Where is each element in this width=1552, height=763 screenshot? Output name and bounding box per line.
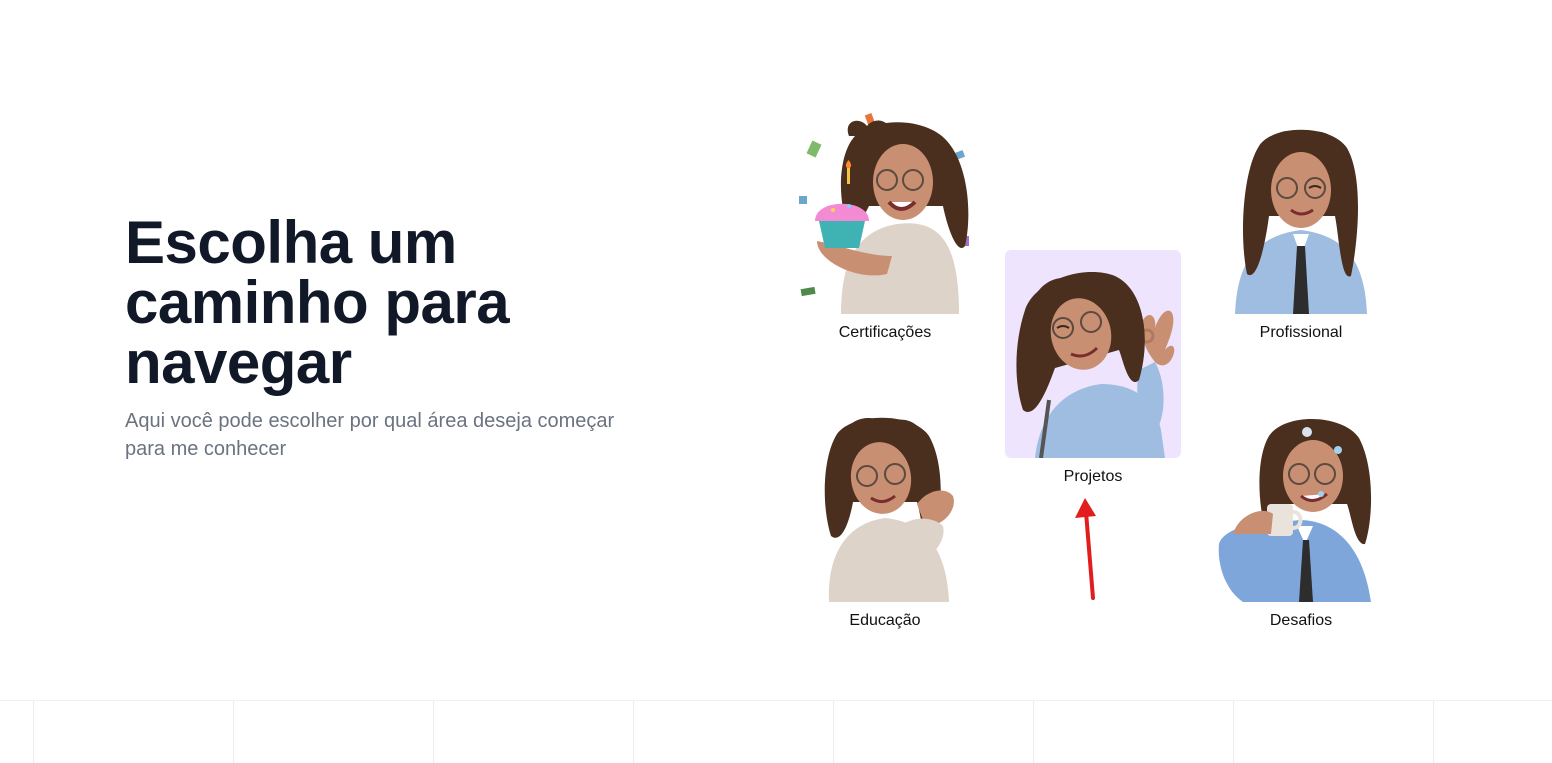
grid-divider [33,701,34,763]
avatar-winking-tie-icon [1213,106,1389,314]
path-card-label: Certificações [838,324,932,341]
grid-divider [1433,701,1434,763]
grid-divider [633,701,634,763]
avatar-cupcake-celebration-icon [797,106,973,314]
path-card-desafios[interactable]: Desafios [1213,394,1389,631]
path-card-projetos[interactable]: Projetos [1005,250,1181,487]
bottom-grid-band [0,700,1552,763]
path-card-label: Profissional [1259,324,1343,341]
grid-divider [833,701,834,763]
avatar-coffee-mug-icon [1213,394,1389,602]
path-card-label: Projetos [1063,468,1123,485]
path-card-profissional[interactable]: Profissional [1213,106,1389,343]
grid-divider [433,701,434,763]
grid-divider [233,701,234,763]
page: Escolha um caminho para navegar Aqui voc… [0,0,1552,763]
grid-divider [1033,701,1034,763]
path-card-label: Desafios [1269,612,1333,629]
path-card-educacao[interactable]: Educação [797,394,973,631]
grid-divider [1233,701,1234,763]
path-card-certificacoes[interactable]: Certificações [797,106,973,343]
hero-section: Escolha um caminho para navegar Aqui voc… [125,213,645,463]
annotation-arrow-icon [1075,498,1096,600]
avatar-ok-hand-icon [1005,250,1181,458]
path-card-label: Educação [849,612,921,629]
hero-title: Escolha um caminho para navegar [125,209,510,396]
avatar-hands-clasped-icon [797,394,973,602]
hero-subtitle: Aqui você pode escolher por qual área de… [125,410,615,460]
